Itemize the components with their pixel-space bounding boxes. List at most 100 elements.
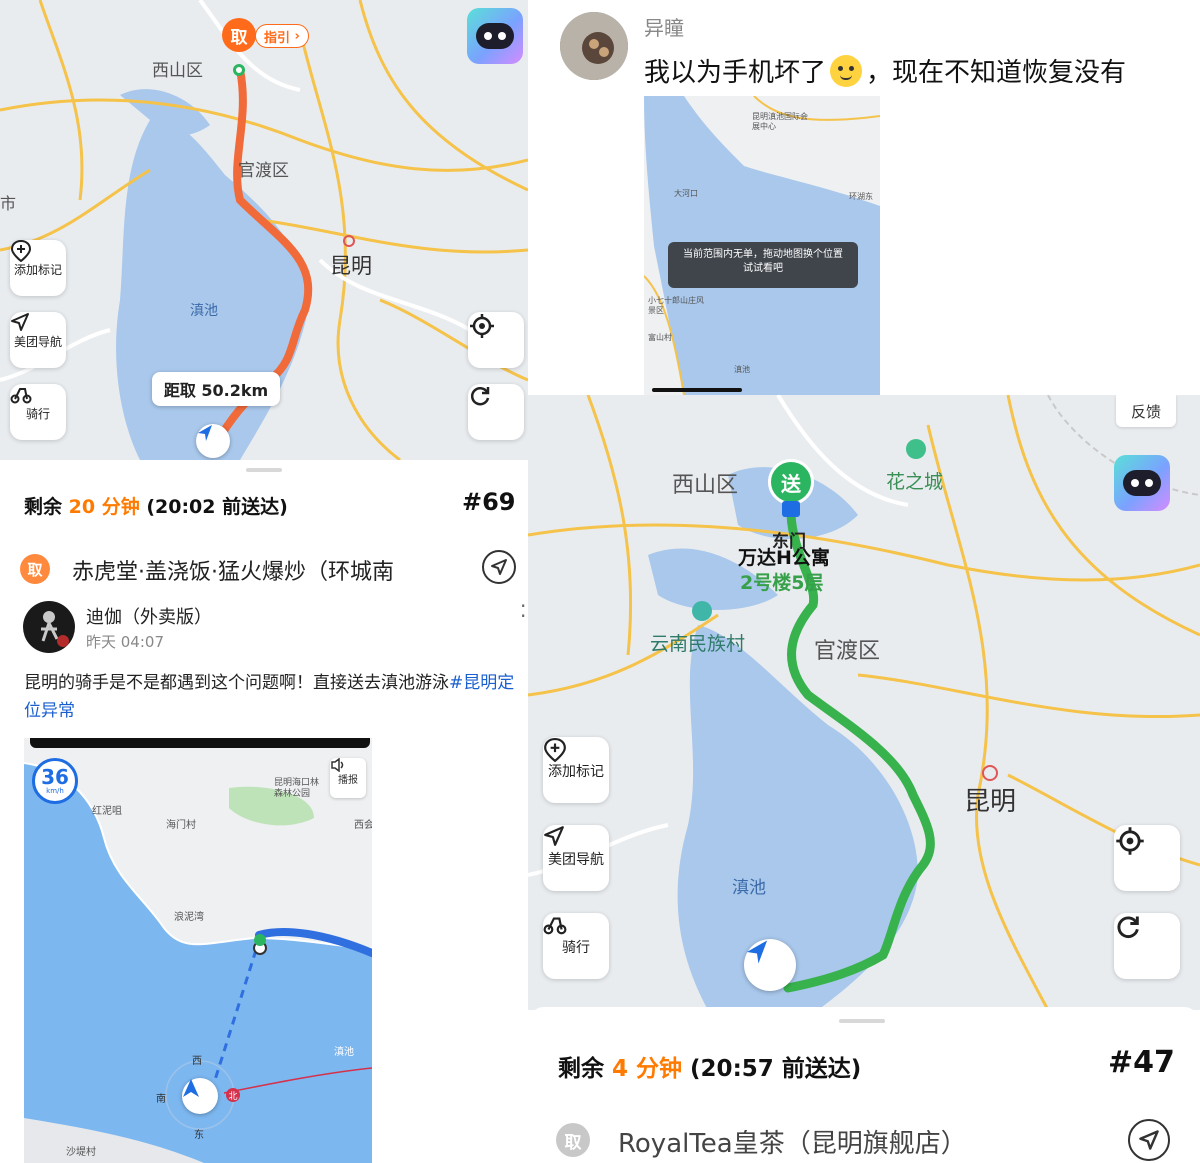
- dest-name: 万达H公寓: [738, 547, 830, 569]
- place-convention: 昆明滇池国际会展中心: [752, 112, 808, 131]
- author-name[interactable]: 迪伽（外卖版）: [86, 603, 212, 629]
- remaining-time-line: 剩余 4 分钟 (20:57 前送达): [558, 1049, 861, 1083]
- add-marker-label: 添加标记: [548, 764, 604, 780]
- place-langni: 浪泥湾: [174, 912, 204, 923]
- district-shi: 市: [0, 194, 17, 213]
- meituan-nav-label: 美团导航: [13, 334, 62, 349]
- pickup-dot: [233, 64, 245, 76]
- order-sheet-bottom-right[interactable]: 剩余 4 分钟 (20:57 前送达) #47 取 RoyalTea皇茶（昆明旗…: [528, 1007, 1200, 1163]
- shop-nav-button[interactable]: [482, 550, 516, 584]
- locate-button[interactable]: [1114, 825, 1180, 891]
- feedback-button[interactable]: 反馈: [1116, 395, 1176, 427]
- meituan-nav-button[interactable]: 美团导航: [543, 825, 609, 891]
- shop-nav-button[interactable]: [1128, 1119, 1170, 1161]
- compass-east: 东: [194, 1130, 204, 1141]
- district-xishan-br: 西山区: [672, 473, 739, 498]
- place-huanhu: 环湖东: [849, 192, 873, 201]
- comment-image[interactable]: 昆明滇池国际会展中心 大河口 环湖东 小七十郎山庄风景区 富山村 滇池 当前范围…: [644, 96, 880, 395]
- speaker-icon: [331, 758, 344, 772]
- ride-label: 骑行: [25, 406, 50, 421]
- emoji-sweat-icon: [830, 54, 863, 87]
- comment-text-part2: ，现在不知道恢复没有: [866, 58, 1127, 88]
- commenter-name[interactable]: 异瞳: [644, 12, 684, 41]
- speed-badge: 36 km/h: [32, 758, 78, 804]
- district-guandu-br: 官渡区: [814, 639, 881, 664]
- park-icon: [906, 439, 926, 459]
- speed-unit: km/h: [46, 787, 64, 795]
- locate-target-icon: [1116, 827, 1144, 855]
- place-minzu: 云南民族村: [650, 633, 746, 655]
- comment-text-part1: 我以为手机坏了: [644, 58, 827, 88]
- chevron-right-icon: ›: [290, 28, 300, 44]
- more-options-icon[interactable]: · ·: [520, 596, 526, 626]
- navigation-arrow-icon: [746, 940, 768, 964]
- refresh-button[interactable]: [1114, 913, 1180, 979]
- compass-west: 西: [192, 1056, 202, 1067]
- district-guandu: 官渡区: [238, 161, 289, 181]
- shop-pickup-badge: 取: [556, 1123, 590, 1157]
- home-indicator: [652, 388, 742, 392]
- shop-name[interactable]: 赤虎堂·盖浇饭·猛火爆炒（环城南: [72, 554, 442, 586]
- ride-label: 骑行: [562, 940, 590, 956]
- commenter-avatar[interactable]: [560, 12, 628, 80]
- location-pin-plus-icon: [10, 240, 32, 262]
- post-image[interactable]: 36 km/h 播报 海门村 红泥咀 昆明海口林森林公园 西会 浪泥湾 滇池 沙…: [24, 738, 372, 1163]
- robot-assistant-icon[interactable]: [1114, 455, 1170, 511]
- order-sheet-top-left[interactable]: 剩余 20 分钟 (20:02 前送达) #69 取 赤虎堂·盖浇饭·猛火爆炒（…: [0, 460, 528, 595]
- scooter-icon: [543, 917, 567, 935]
- map-bottom-right[interactable]: 反馈 送 东门 万达H公寓 2号楼5层 西山区 花之城 云南民族村 官渡区 昆明…: [528, 395, 1200, 1010]
- compass-south: 南: [156, 1094, 166, 1105]
- place-dianchi: 滇池: [334, 1047, 354, 1058]
- pickup-pin[interactable]: 取: [222, 18, 256, 52]
- locate-target-icon: [470, 314, 494, 338]
- post-image-topbar: [30, 738, 370, 748]
- broadcast-label: 播报: [338, 774, 358, 786]
- meituan-nav-button[interactable]: 美团导航: [10, 312, 66, 368]
- guide-pill[interactable]: 指引 ›: [255, 24, 309, 48]
- remaining-time: 20 分钟: [68, 496, 140, 518]
- district-huazhicheng: 花之城: [886, 471, 944, 493]
- panel-post: 迪伽（外卖版） 昨天 04:07 · · 昆明的骑手是不是都遇到这个问题啊！直接送…: [0, 595, 528, 1163]
- ride-button[interactable]: 骑行: [10, 384, 66, 440]
- locate-button[interactable]: [468, 312, 524, 368]
- broadcast-button[interactable]: 播报: [330, 758, 366, 798]
- hospital-icon: [343, 235, 355, 247]
- ride-button[interactable]: 骑行: [543, 913, 609, 979]
- shop-name[interactable]: RoyalTea皇茶（昆明旗舰店）: [618, 1123, 967, 1160]
- eta: (20:57 前送达): [690, 1056, 862, 1082]
- robot-assistant-icon[interactable]: [467, 8, 523, 64]
- panel-comment: 异瞳 我以为手机坏了 ，现在不知道恢复没有 昆明滇池国际会展中心 大河口 环湖东…: [528, 0, 1200, 395]
- place-dahe: 大河口: [674, 189, 698, 198]
- location-pin-plus-icon: [544, 737, 566, 763]
- guide-label: 指引: [264, 30, 291, 46]
- district-xishan: 西山区: [152, 61, 203, 81]
- add-marker-label: 添加标记: [13, 262, 62, 277]
- refresh-icon: [1117, 916, 1139, 939]
- distance-tag: 距取 50.2km: [152, 372, 280, 406]
- navigation-arrow-icon: [491, 559, 507, 575]
- remaining-prefix: 剩余: [24, 496, 63, 518]
- compass-north: 北: [226, 1088, 240, 1102]
- shop-pickup-badge: 取: [20, 554, 50, 584]
- avatar[interactable]: [23, 601, 75, 653]
- remaining-time: 4 分钟: [612, 1056, 683, 1082]
- scooter-icon: [10, 388, 32, 404]
- order-number: #69: [462, 488, 516, 516]
- refresh-button[interactable]: [468, 384, 524, 440]
- navigation-arrow-icon: [198, 425, 212, 441]
- navigation-arrow-icon: [1139, 1130, 1159, 1150]
- add-marker-button[interactable]: 添加标记: [543, 737, 609, 803]
- district-kunming-br: 昆明: [964, 787, 1017, 817]
- panel-top-left: 取 指引 › 西山区 官渡区 昆明 滇池 市 添加标记 美团导航 骑行 距取 5…: [0, 0, 528, 595]
- remaining-time-line: 剩余 20 分钟 (20:02 前送达): [24, 492, 288, 519]
- post-time: 昨天 04:07: [86, 633, 164, 651]
- map-top-left[interactable]: 取 指引 › 西山区 官渡区 昆明 滇池 市 添加标记 美团导航 骑行 距取 5…: [0, 0, 528, 460]
- add-marker-button[interactable]: 添加标记: [10, 240, 66, 296]
- place-qiqian: 小七十郎山庄风景区: [648, 296, 704, 315]
- sheet-handle[interactable]: [246, 468, 282, 472]
- place-shaqiao: 沙堤村: [66, 1147, 96, 1158]
- navigation-arrow-icon: [11, 313, 29, 331]
- place-shang: 富山村: [648, 333, 672, 342]
- deliver-pin[interactable]: 送: [768, 459, 814, 505]
- sheet-handle[interactable]: [839, 1019, 885, 1023]
